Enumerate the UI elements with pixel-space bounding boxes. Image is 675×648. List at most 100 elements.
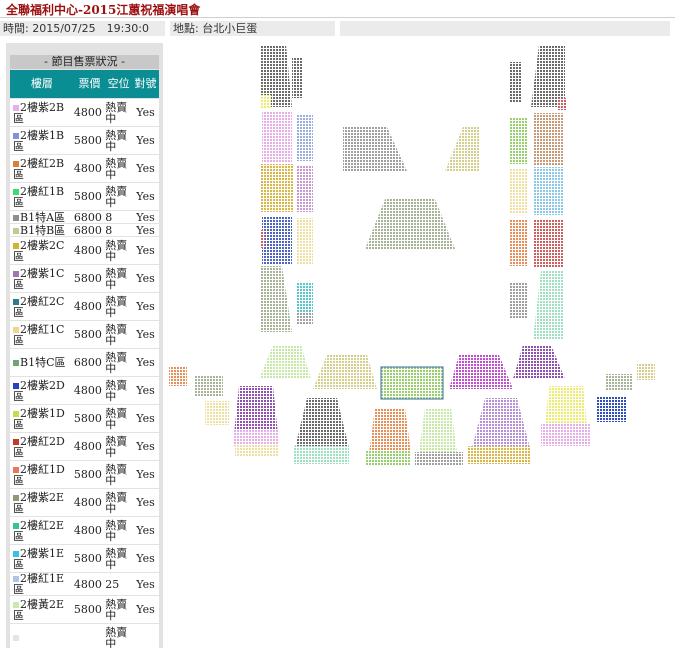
area-cell[interactable]: B1特C區 [10,349,74,376]
area-cell[interactable]: 2樓紅2B區 [10,155,74,182]
table-row[interactable]: 2樓紫2D區 4800 熱賣中 Yes [10,377,159,404]
section-left-sage[interactable] [260,266,292,332]
area-cell[interactable]: B1特A區 [10,211,74,223]
section-ring-magenta[interactable] [449,355,513,389]
section-lower-lavender[interactable] [471,398,531,452]
price-cell: 4800 [73,489,106,516]
table-row[interactable]: 2樓黃2E區 5800 熱賣中 Yes [10,596,159,623]
table-row[interactable]: B1特A區 6800 8 Yes [10,211,159,223]
section-left-yellow[interactable] [261,164,293,212]
section-left-pink[interactable] [262,112,292,162]
area-cell[interactable]: 2樓紫2C區 [10,237,74,264]
area-cell[interactable]: 2樓紫1D區 [10,405,74,432]
section-left-blue-strip[interactable] [297,115,313,161]
section-left-navy[interactable] [262,216,292,264]
area-color-swatch [13,438,19,445]
section-ring-khaki[interactable] [313,355,377,389]
section-b1-special-a[interactable] [343,127,407,171]
section-ring-right-gray[interactable] [605,374,633,390]
area-cell[interactable]: 2樓紫2E區 [10,489,74,516]
table-row[interactable]: 2樓紅2E區 4800 熱賣中 Yes [10,517,159,544]
table-row[interactable]: 2樓紫1D區 5800 熱賣中 Yes [10,405,159,432]
section-lower-gray[interactable] [295,398,349,448]
table-row[interactable]: 2樓紅2C區 4800 熱賣中 Yes [10,293,159,320]
section-top-right-side[interactable] [510,62,522,102]
table-row[interactable]: B1特C區 6800 熱賣中 Yes [10,349,159,376]
section-lower-pink[interactable] [233,430,279,446]
section-right-orange[interactable] [510,220,528,266]
table-row[interactable]: 2樓紫1C區 5800 熱賣中 Yes [10,265,159,292]
section-right-green[interactable] [510,118,528,164]
table-row[interactable]: 2樓紫2B區 4800 熱賣中 Yes [10,99,159,126]
section-lower-lime[interactable] [365,450,411,466]
section-lower-yellow[interactable] [235,444,279,456]
area-color-swatch [13,160,19,167]
section-right-gray[interactable] [510,283,528,319]
section-right-skyblue[interactable] [533,167,563,215]
section-top-left-side[interactable] [292,58,302,98]
seats-cell: 熱賣中 [105,237,133,264]
section-right-brown[interactable] [533,113,563,165]
area-cell[interactable]: 2樓紅2E區 [10,517,74,544]
table-row[interactable]: 2樓紅2B區 4800 熱賣中 Yes [10,155,159,182]
section-left-red-corner[interactable] [261,230,265,248]
section-ring-right-blue[interactable] [597,396,627,422]
area-cell[interactable]: 2樓紅2C區 [10,293,74,320]
section-lower-teal[interactable] [293,446,349,464]
area-cell[interactable]: 2樓紅2D區 [10,433,74,460]
table-row[interactable]: 2樓紫2C區 4800 熱賣中 Yes [10,237,159,264]
section-top-right-corner[interactable] [558,98,566,110]
table-row[interactable]: 2樓紅1E區 4800 25 Yes [10,573,159,595]
area-cell[interactable]: 2樓紅1B區 [10,183,74,210]
section-left-purple-strip[interactable] [297,166,313,212]
section-ring-right-khaki[interactable] [637,364,655,380]
area-color-swatch [13,270,19,277]
section-ring-left-yellow[interactable] [205,401,229,425]
section-ring-purple[interactable] [513,345,565,379]
section-right-red[interactable] [533,219,563,267]
section-lower-orange[interactable] [369,408,411,454]
price-cell: 4800 [73,237,106,264]
table-row[interactable]: 2樓紅1B區 5800 熱賣中 Yes [10,183,159,210]
table-row[interactable]: 2樓紅1D區 5800 熱賣中 Yes [10,461,159,488]
price-cell: 4800 [73,517,106,544]
table-row[interactable]: 熱賣中 [10,624,159,648]
section-lower-slate[interactable] [415,452,463,466]
section-left-teal[interactable] [297,283,313,313]
area-cell[interactable]: 2樓紫2D區 [10,377,74,404]
table-row[interactable]: B1特B區 6800 8 Yes [10,224,159,236]
table-row[interactable]: 2樓紅1C區 5800 熱賣中 Yes [10,321,159,348]
section-lower-lightgreen[interactable] [419,408,457,452]
area-cell[interactable]: 2樓紫1C區 [10,265,74,292]
seating-map[interactable] [165,40,675,470]
section-b1-special-b[interactable] [445,127,479,171]
area-cell[interactable] [10,624,74,648]
section-top-right-upper[interactable] [531,45,565,107]
table-row[interactable]: 2樓紫1E區 5800 熱賣中 Yes [10,545,159,572]
section-lower-pinkstrip[interactable] [541,424,591,446]
table-row[interactable]: 2樓紫1B區 5800 熱賣中 Yes [10,127,159,154]
area-cell[interactable]: 2樓紅1C區 [10,321,74,348]
section-right-mint[interactable] [533,271,563,339]
section-b1-special-c[interactable] [380,366,444,400]
section-ring-lightgreen-left[interactable] [259,345,311,379]
section-ring-left-green[interactable] [195,375,223,397]
section-lower-tan[interactable] [467,446,531,464]
section-left-cream-strip[interactable] [297,218,313,264]
table-row[interactable]: 2樓紅2D區 4800 熱賣中 Yes [10,433,159,460]
section-left-gray-strip[interactable] [297,313,313,325]
seats-cell: 熱賣中 [105,183,133,210]
area-cell[interactable]: 2樓紫1E區 [10,545,74,572]
area-cell[interactable]: 2樓紅1E區 [10,573,74,595]
area-cell[interactable]: B1特B區 [10,224,74,236]
section-top-left-corner[interactable] [261,95,271,109]
price-cell: 5800 [73,461,106,488]
area-cell[interactable]: 2樓紫2B區 [10,99,74,126]
area-cell[interactable]: 2樓紅1D區 [10,461,74,488]
table-row[interactable]: 2樓紫2E區 4800 熱賣中 Yes [10,489,159,516]
area-cell[interactable]: 2樓紫1B區 [10,127,74,154]
area-cell[interactable]: 2樓黃2E區 [10,596,74,623]
section-right-cream[interactable] [510,168,528,214]
section-ring-far-left[interactable] [169,366,187,386]
section-center-oval[interactable] [365,199,455,249]
